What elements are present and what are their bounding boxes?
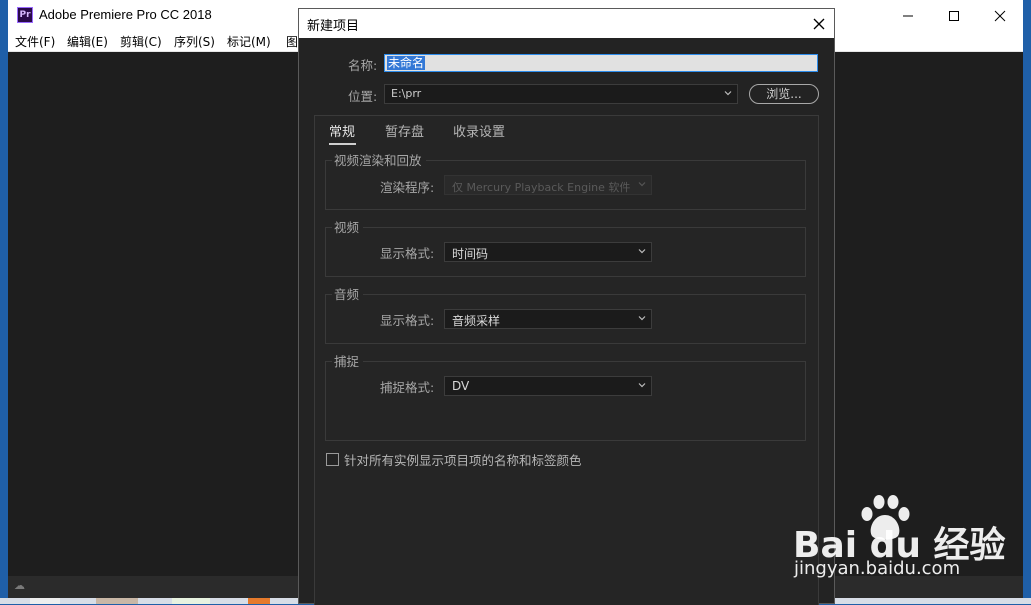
show-label-colors-checkbox[interactable] <box>326 453 339 466</box>
dialog-title: 新建项目 <box>307 19 360 34</box>
capture-format-label: 捕捉格式: <box>380 380 435 395</box>
video-group-title: 视频 <box>332 217 364 236</box>
maximize-button[interactable] <box>931 0 977 30</box>
project-name-input[interactable]: 未命名 <box>384 54 818 72</box>
app-title: Adobe Premiere Pro CC 2018 <box>39 7 212 22</box>
menu-sequence[interactable]: 序列(S) <box>174 33 215 50</box>
video-display-format-label: 显示格式: <box>380 246 435 261</box>
audio-group-title: 音频 <box>332 284 364 303</box>
menu-file[interactable]: 文件(F) <box>15 33 55 50</box>
chevron-down-icon <box>638 316 646 321</box>
baidu-watermark-url: jingyan.baidu.com <box>794 558 961 579</box>
capture-group-title: 捕捉 <box>332 351 364 370</box>
capture-format-value: DV <box>452 379 470 393</box>
audio-display-format-label: 显示格式: <box>380 313 435 328</box>
dialog-titlebar[interactable]: 新建项目 <box>299 9 834 38</box>
tab-general[interactable]: 常规 <box>329 121 355 140</box>
video-group: 视频 显示格式: 时间码 <box>325 217 806 277</box>
sync-status-icon[interactable]: ☁ <box>14 579 25 592</box>
chevron-down-icon <box>638 383 646 388</box>
taskbar-thumbnail[interactable] <box>248 598 270 604</box>
premiere-app-icon: Pr <box>17 7 33 23</box>
video-display-format-select[interactable]: 时间码 <box>444 242 652 262</box>
audio-display-format-select[interactable]: 音频采样 <box>444 309 652 329</box>
maximize-icon <box>949 10 959 21</box>
renderer-select: 仅 Mercury Playback Engine 软件 <box>444 175 652 195</box>
render-group: 视频渲染和回放 渲染程序: 仅 Mercury Playback Engine … <box>325 150 806 210</box>
settings-tab-panel: 常规 暂存盘 收录设置 视频渲染和回放 渲染程序: 仅 Mercury Play… <box>314 115 819 605</box>
new-project-dialog: 新建项目 名称: 未命名 位置: E:\prr 浏览... 常规 暂存盘 收录设… <box>298 8 835 605</box>
menu-marker[interactable]: 标记(M) <box>227 33 271 50</box>
renderer-label: 渲染程序: <box>380 180 435 195</box>
capture-group: 捕捉 捕捉格式: DV <box>325 351 806 441</box>
taskbar-thumbnail[interactable] <box>172 598 210 604</box>
active-tab-indicator <box>329 143 356 145</box>
render-group-title: 视频渲染和回放 <box>332 150 426 169</box>
name-label: 名称: <box>348 58 378 73</box>
chevron-down-icon <box>724 91 732 96</box>
capture-format-select[interactable]: DV <box>444 376 652 396</box>
audio-display-format-value: 音频采样 <box>452 314 501 328</box>
show-label-colors-label[interactable]: 针对所有实例显示项目项的名称和标签颜色 <box>344 450 582 469</box>
minimize-icon <box>903 15 913 16</box>
chevron-down-icon <box>638 249 646 254</box>
minimize-button[interactable] <box>885 0 931 30</box>
browse-button[interactable]: 浏览... <box>749 84 819 104</box>
project-name-value: 未命名 <box>387 56 426 70</box>
close-icon <box>994 10 1006 21</box>
app-close-button[interactable] <box>977 0 1023 30</box>
dialog-close-button[interactable] <box>805 10 833 36</box>
location-value: E:\prr <box>391 87 422 100</box>
location-select[interactable]: E:\prr <box>384 84 738 104</box>
menu-edit[interactable]: 编辑(E) <box>67 33 108 50</box>
taskbar-thumbnail[interactable] <box>96 598 138 604</box>
renderer-value: 仅 Mercury Playback Engine 软件 <box>452 181 631 194</box>
chevron-down-icon <box>638 182 646 187</box>
close-icon <box>813 18 825 29</box>
menu-graphics[interactable]: 图 <box>286 33 298 50</box>
video-display-format-value: 时间码 <box>452 247 489 261</box>
location-label: 位置: <box>348 89 378 104</box>
tab-scratch-disks[interactable]: 暂存盘 <box>385 121 424 140</box>
taskbar-thumbnail[interactable] <box>30 598 60 604</box>
audio-group: 音频 显示格式: 音频采样 <box>325 284 806 344</box>
menu-clip[interactable]: 剪辑(C) <box>120 33 162 50</box>
tab-ingest-settings[interactable]: 收录设置 <box>453 121 505 140</box>
